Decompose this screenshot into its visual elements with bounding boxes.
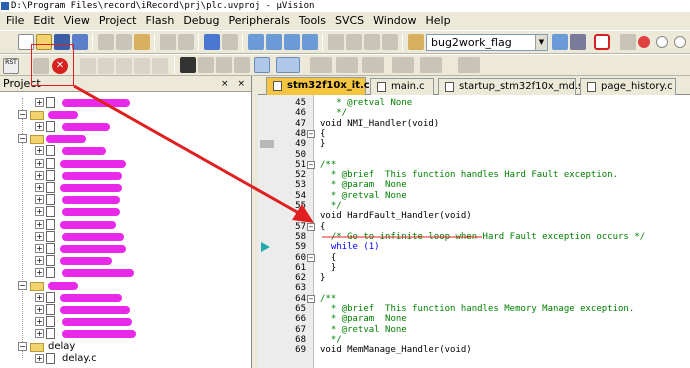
annotation-arrow-line <box>73 84 305 218</box>
annotation-overlay <box>73 84 482 238</box>
annotation-arrow-head <box>292 204 314 223</box>
